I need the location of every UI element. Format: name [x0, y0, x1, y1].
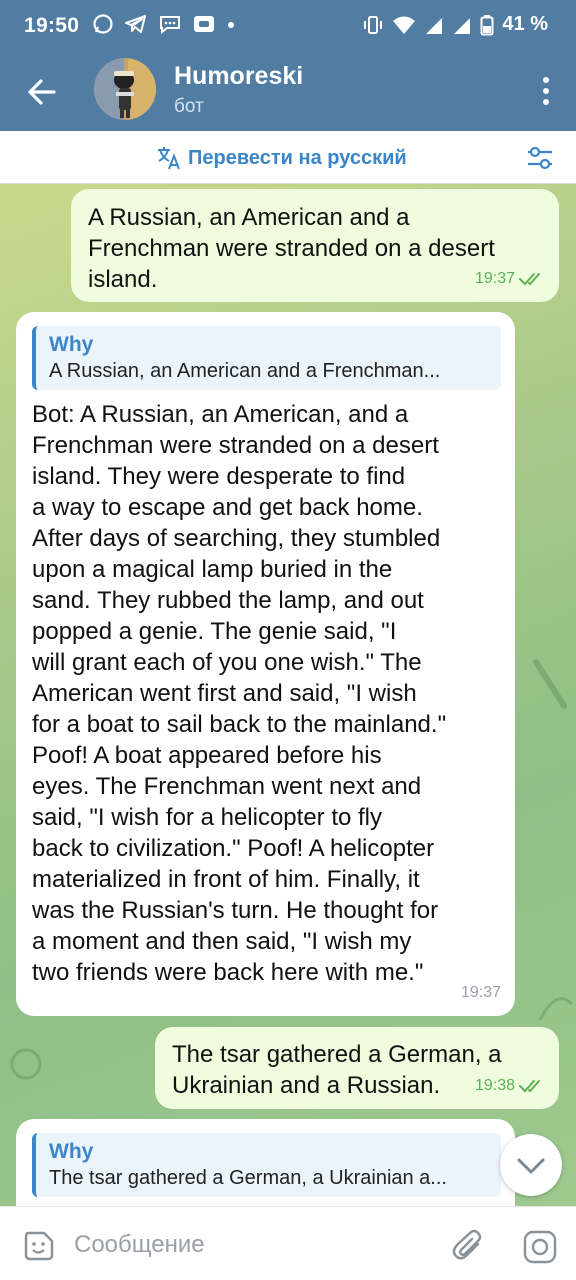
chat-area[interactable]: A Russian, an American and a Frenchman w…: [0, 184, 576, 1206]
avatar-image: [94, 58, 156, 120]
battery-icon: [480, 14, 494, 35]
translate-label[interactable]: Перевести на русский: [188, 147, 407, 170]
camera-icon[interactable]: [522, 1229, 558, 1265]
chat-title[interactable]: Humoreski: [174, 62, 303, 91]
wallpaper-doodle-icon: [533, 659, 567, 709]
message-time: 19:38: [474, 1077, 515, 1094]
sticker-emoji-icon[interactable]: [22, 1229, 56, 1263]
settings-sliders-icon[interactable]: [526, 145, 554, 171]
reply-author: Why: [49, 333, 94, 356]
message-text: A Russian, an American and a Frenchman w…: [88, 204, 495, 293]
wallpaper-doodle-icon: [10, 1048, 42, 1080]
cast-icon: [194, 16, 214, 32]
double-check-icon: [519, 1079, 540, 1092]
status-bar: 19:50 41 %: [0, 0, 576, 52]
signal-icon: [454, 17, 471, 34]
reply-text: A Russian, an American and a Frenchman..…: [49, 360, 441, 382]
translate-bar[interactable]: Перевести на русский: [0, 131, 576, 184]
chat-subtitle: бот: [174, 96, 204, 117]
message-meta: 19:38: [475, 1070, 545, 1101]
more-menu-icon[interactable]: [540, 74, 552, 108]
battery-level: 41 %: [502, 13, 548, 35]
message-time: 19:37: [460, 984, 501, 1001]
wallpaper-doodle-icon: [538, 997, 574, 1021]
signal-icon: [426, 17, 443, 34]
double-check-icon: [519, 272, 540, 285]
telegram-icon: [125, 15, 146, 33]
message-time: 19:37: [474, 270, 515, 287]
paperclip-icon[interactable]: [452, 1229, 486, 1263]
message-composer: [0, 1206, 576, 1280]
reply-quote[interactable]: Why The tsar gathered a German, a Ukrain…: [32, 1133, 501, 1197]
message-input[interactable]: [74, 1225, 434, 1265]
incoming-message[interactable]: Why The tsar gathered a German, a Ukrain…: [16, 1119, 515, 1206]
avatar[interactable]: [94, 58, 156, 120]
outgoing-message[interactable]: The tsar gathered a German, a Ukrainian …: [155, 1027, 559, 1109]
message-meta: 19:37: [461, 977, 501, 1008]
status-time: 19:50: [24, 14, 80, 37]
notification-icons: [92, 13, 236, 35]
translate-icon: [158, 147, 180, 170]
top-bar: 19:50 41 % Humoreski бот: [0, 0, 576, 131]
chevron-down-icon: [517, 1158, 545, 1174]
reply-author: Why: [49, 1140, 94, 1163]
reply-quote[interactable]: Why A Russian, an American and a Frenchm…: [32, 326, 501, 390]
whatsapp-icon: [93, 14, 113, 34]
outgoing-message[interactable]: A Russian, an American and a Frenchman w…: [71, 189, 559, 302]
chat-header: Humoreski бот: [0, 52, 576, 131]
incoming-message[interactable]: Why A Russian, an American and a Frenchm…: [16, 312, 515, 1016]
message-meta: 19:37: [475, 263, 545, 294]
system-icons: 41 %: [362, 13, 548, 36]
chat-bubble-icon: [160, 16, 180, 35]
back-arrow-icon[interactable]: [22, 72, 62, 112]
dot-icon: [228, 22, 234, 28]
scroll-down-button[interactable]: [500, 1134, 562, 1196]
wifi-icon: [393, 16, 416, 34]
reply-text: The tsar gathered a German, a Ukrainian …: [49, 1167, 447, 1189]
message-text: Bot: A Russian, an American, and a Frenc…: [32, 401, 447, 986]
vibrate-icon: [364, 15, 383, 34]
